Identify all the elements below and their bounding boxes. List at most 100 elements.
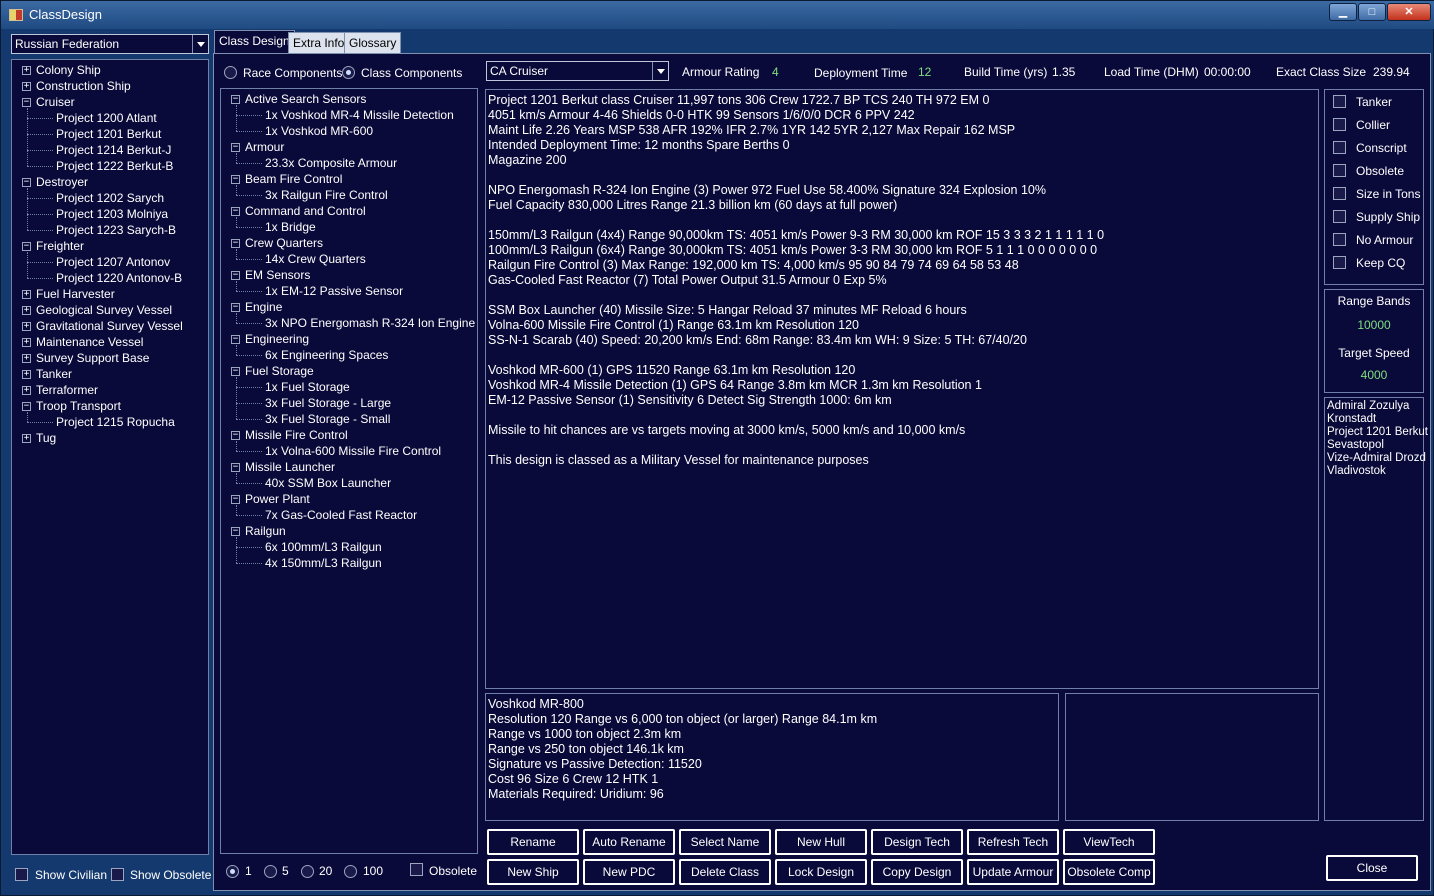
class-tree-leaf[interactable]: Project 1202 Sarych <box>56 190 164 206</box>
class-tree-node[interactable]: Fuel Harvester <box>36 286 115 302</box>
expand-toggle-icon[interactable]: + <box>22 370 31 379</box>
class-tree-leaf[interactable]: Project 1223 Sarych-B <box>56 222 176 238</box>
race-components-radio[interactable] <box>224 66 237 79</box>
maximize-button[interactable]: □ <box>1358 3 1386 21</box>
new-pdc-button[interactable]: New PDC <box>583 859 675 885</box>
class-tree-leaf[interactable]: Project 1215 Ropucha <box>56 414 175 430</box>
rename-button[interactable]: Rename <box>487 829 579 855</box>
expand-toggle-icon[interactable]: − <box>231 431 240 440</box>
auto-rename-button[interactable]: Auto Rename <box>583 829 675 855</box>
component-tree-leaf[interactable]: 6x 100mm/L3 Railgun <box>265 539 382 555</box>
class-tree[interactable]: + Colony Ship + Construction Ship − Cruiser Pr… <box>11 59 209 855</box>
flag-tanker-checkbox[interactable] <box>1333 95 1346 108</box>
chevron-down-icon[interactable] <box>652 62 668 80</box>
component-tree-node[interactable]: EM Sensors <box>245 267 310 283</box>
flag-obsolete-checkbox[interactable] <box>1333 164 1346 177</box>
component-tree-leaf[interactable]: 4x 150mm/L3 Railgun <box>265 555 382 571</box>
copy-design-button[interactable]: Copy Design <box>871 859 963 885</box>
expand-toggle-icon[interactable]: − <box>22 242 31 251</box>
class-tree-node[interactable]: Tug <box>36 430 56 446</box>
expand-toggle-icon[interactable]: − <box>231 463 240 472</box>
component-tree-leaf[interactable]: 6x Engineering Spaces <box>265 347 388 363</box>
class-tree-node[interactable]: Cruiser <box>36 94 75 110</box>
expand-toggle-icon[interactable]: − <box>231 495 240 504</box>
class-tree-node[interactable]: Geological Survey Vessel <box>36 302 172 318</box>
class-tree-node[interactable]: Destroyer <box>36 174 88 190</box>
component-tree-leaf[interactable]: 1x Volna-600 Missile Fire Control <box>265 443 441 459</box>
obsolete-components-checkbox[interactable] <box>410 863 423 876</box>
component-tree-leaf[interactable]: 40x SSM Box Launcher <box>265 475 391 491</box>
component-tree-node[interactable]: Active Search Sensors <box>245 91 366 107</box>
flag-size-in-tons-checkbox[interactable] <box>1333 187 1346 200</box>
class-tree-leaf[interactable]: Project 1203 Molniya <box>56 206 168 222</box>
component-tree-leaf[interactable]: 14x Crew Quarters <box>265 251 366 267</box>
expand-toggle-icon[interactable]: + <box>22 338 31 347</box>
flag-conscript-checkbox[interactable] <box>1333 141 1346 154</box>
class-tree-leaf[interactable]: Project 1214 Berkut-J <box>56 142 171 158</box>
component-tree-leaf[interactable]: 1x Voshkod MR-4 Missile Detection <box>265 107 454 123</box>
component-tree-leaf[interactable]: 3x Fuel Storage - Small <box>265 411 390 427</box>
expand-toggle-icon[interactable]: − <box>231 335 240 344</box>
component-tree-node[interactable]: Engine <box>245 299 282 315</box>
expand-toggle-icon[interactable]: + <box>22 386 31 395</box>
component-tree-node[interactable]: Command and Control <box>245 203 366 219</box>
ship-name-item[interactable]: Kronstadt <box>1327 413 1376 425</box>
component-tree-node[interactable]: Armour <box>245 139 284 155</box>
quantity-radio-5[interactable] <box>264 865 277 878</box>
class-tree-leaf[interactable]: Project 1220 Antonov-B <box>56 270 182 286</box>
design-tech-button[interactable]: Design Tech <box>871 829 963 855</box>
tab-class-design[interactable]: Class Design <box>214 30 295 54</box>
component-tree-node[interactable]: Crew Quarters <box>245 235 323 251</box>
class-tree-leaf[interactable]: Project 1207 Antonov <box>56 254 170 270</box>
expand-toggle-icon[interactable]: − <box>22 402 31 411</box>
obsolete-comp-button[interactable]: Obsolete Comp <box>1063 859 1155 885</box>
expand-toggle-icon[interactable]: − <box>231 239 240 248</box>
quantity-radio-100[interactable] <box>344 865 357 878</box>
class-tree-node[interactable]: Tanker <box>36 366 72 382</box>
show-obsolete-checkbox[interactable] <box>111 868 124 881</box>
expand-toggle-icon[interactable]: + <box>22 66 31 75</box>
flag-supply-ship-checkbox[interactable] <box>1333 210 1346 223</box>
component-tree-node[interactable]: Railgun <box>245 523 286 539</box>
expand-toggle-icon[interactable]: − <box>22 178 31 187</box>
class-tree-leaf[interactable]: Project 1200 Atlant <box>56 110 157 126</box>
expand-toggle-icon[interactable]: − <box>231 303 240 312</box>
ship-name-item[interactable]: Vize-Admiral Drozd <box>1327 452 1426 464</box>
component-tree-node[interactable]: Engineering <box>245 331 309 347</box>
show-civilian-checkbox[interactable] <box>15 868 28 881</box>
component-tree-leaf[interactable]: 1x Bridge <box>265 219 316 235</box>
class-tree-node[interactable]: Colony Ship <box>36 62 101 78</box>
class-components-radio[interactable] <box>342 66 355 79</box>
tab-glossary[interactable]: Glossary <box>344 32 402 53</box>
refresh-tech-button[interactable]: Refresh Tech <box>967 829 1059 855</box>
expand-toggle-icon[interactable]: − <box>231 95 240 104</box>
ship-name-item[interactable]: Project 1201 Berkut <box>1327 426 1428 438</box>
lock-design-button[interactable]: Lock Design <box>775 859 867 885</box>
component-tree-leaf[interactable]: 1x Voshkod MR-600 <box>265 123 373 139</box>
race-select[interactable]: Russian Federation <box>11 34 209 54</box>
class-select[interactable]: CA Cruiser <box>486 61 669 81</box>
component-tree-node[interactable]: Power Plant <box>245 491 310 507</box>
flag-collier-checkbox[interactable] <box>1333 118 1346 131</box>
class-tree-node[interactable]: Construction Ship <box>36 78 131 94</box>
component-tree-node[interactable]: Fuel Storage <box>245 363 314 379</box>
expand-toggle-icon[interactable]: + <box>22 290 31 299</box>
component-tree-leaf[interactable]: 7x Gas-Cooled Fast Reactor <box>265 507 417 523</box>
class-summary-text[interactable]: Project 1201 Berkut class Cruiser 11,997… <box>485 89 1319 689</box>
component-tree-leaf[interactable]: 3x Fuel Storage - Large <box>265 395 391 411</box>
expand-toggle-icon[interactable]: − <box>231 367 240 376</box>
update-armour-button[interactable]: Update Armour <box>967 859 1059 885</box>
ship-name-item[interactable]: Vladivostok <box>1327 465 1386 477</box>
expand-toggle-icon[interactable]: + <box>22 322 31 331</box>
new-ship-button[interactable]: New Ship <box>487 859 579 885</box>
expand-toggle-icon[interactable]: + <box>22 434 31 443</box>
component-tree-leaf[interactable]: 1x Fuel Storage <box>265 379 350 395</box>
expand-toggle-icon[interactable]: − <box>231 207 240 216</box>
expand-toggle-icon[interactable]: − <box>231 527 240 536</box>
ship-name-item[interactable]: Admiral Zozulya <box>1327 400 1409 412</box>
expand-toggle-icon[interactable]: − <box>22 98 31 107</box>
component-tree-leaf[interactable]: 23.3x Composite Armour <box>265 155 397 171</box>
select-name-button[interactable]: Select Name <box>679 829 771 855</box>
component-tree[interactable]: − Active Search Sensors 1x Voshkod MR-4 Mi… <box>220 88 478 854</box>
expand-toggle-icon[interactable]: + <box>22 82 31 91</box>
